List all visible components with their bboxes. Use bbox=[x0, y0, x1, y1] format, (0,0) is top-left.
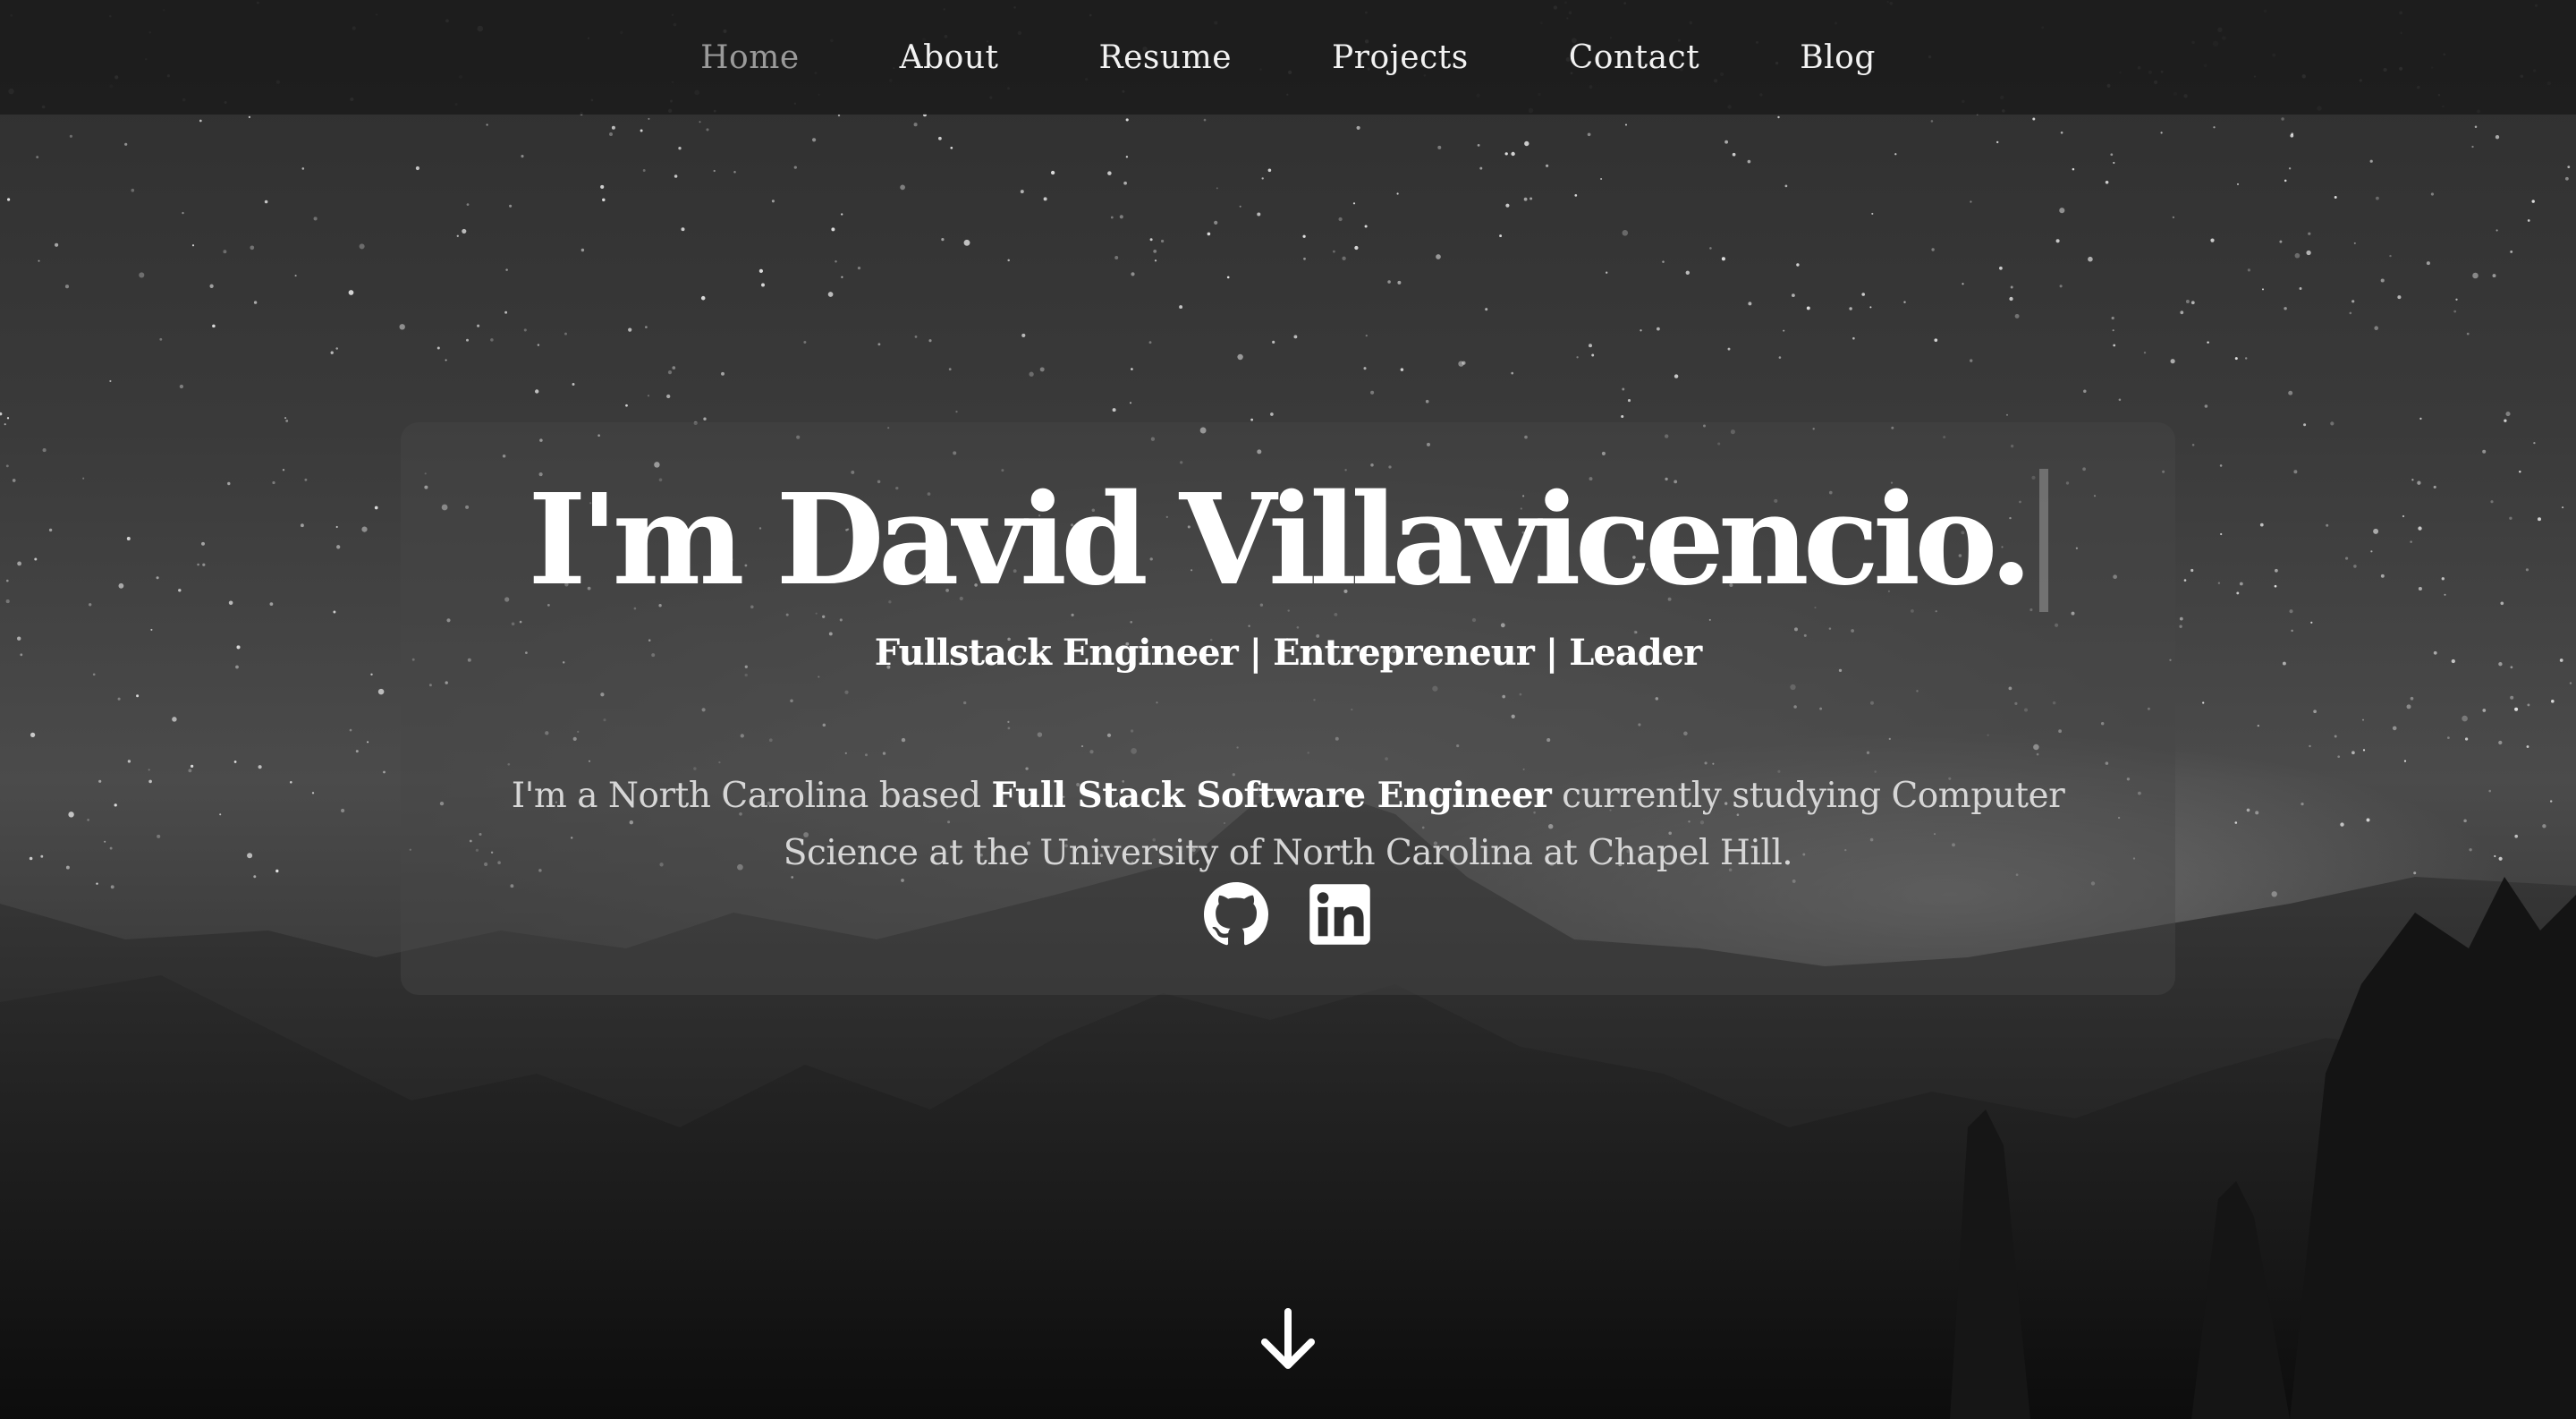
linkedin-icon bbox=[1309, 884, 1370, 945]
nav-home[interactable]: Home bbox=[700, 39, 800, 76]
bio-emphasis: Full Stack Software Engineer bbox=[991, 775, 1552, 816]
nav-projects[interactable]: Projects bbox=[1332, 39, 1469, 76]
intro-card: I'm David Villavicencio. Fullstack Engin… bbox=[401, 422, 2175, 995]
nav-contact[interactable]: Contact bbox=[1569, 39, 1699, 76]
social-links bbox=[401, 882, 2175, 947]
typing-cursor bbox=[2038, 469, 2048, 612]
bio-prefix: I'm a North Carolina based bbox=[511, 776, 992, 816]
linkedin-link[interactable] bbox=[1308, 882, 1372, 947]
github-icon bbox=[1204, 882, 1268, 946]
bio-paragraph: I'm a North Carolina based Full Stack So… bbox=[454, 767, 2122, 882]
nav-blog[interactable]: Blog bbox=[1800, 39, 1876, 76]
scroll-down-button[interactable] bbox=[1258, 1306, 1318, 1374]
top-navigation: Home About Resume Projects Contact Blog bbox=[0, 0, 2576, 115]
arrow-down-icon bbox=[1261, 1308, 1315, 1369]
name-row: I'm David Villavicencio. bbox=[401, 469, 2175, 612]
github-link[interactable] bbox=[1204, 882, 1268, 947]
page-title: I'm David Villavicencio. bbox=[528, 467, 2033, 614]
nav-about[interactable]: About bbox=[900, 39, 999, 76]
tagline: Fullstack Engineer | Entrepreneur | Lead… bbox=[874, 632, 1702, 674]
nav-resume[interactable]: Resume bbox=[1099, 39, 1233, 76]
